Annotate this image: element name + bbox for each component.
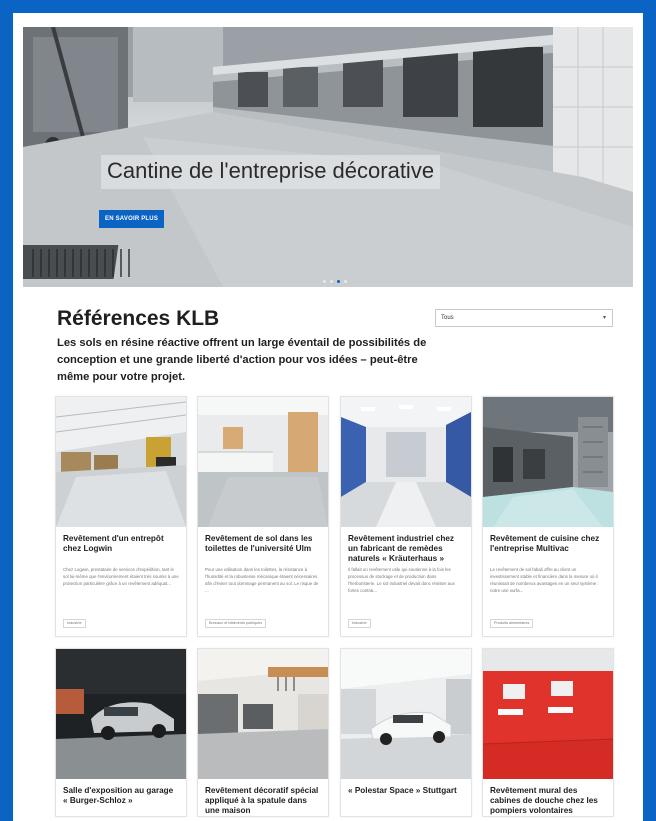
slider-dots xyxy=(323,280,347,283)
reference-card-burger-schloz[interactable]: Salle d'exposition au garage « Burger-Sc… xyxy=(55,648,187,817)
card-tag[interactable]: Produits alimentaires xyxy=(490,619,534,628)
card-title[interactable]: Revêtement d'un entrepôt chez Logwin xyxy=(56,527,186,564)
card-title[interactable]: Revêtement industriel chez un fabricant … xyxy=(341,527,471,564)
card-image xyxy=(483,397,613,527)
card-image xyxy=(341,649,471,779)
card-image xyxy=(198,649,328,779)
card-title[interactable]: Revêtement mural des cabines de douche c… xyxy=(483,779,613,816)
card-image xyxy=(483,649,613,779)
filter-selected-value: Tous xyxy=(441,315,454,321)
reference-card-logwin[interactable]: Revêtement d'un entrepôt chez Logwin Che… xyxy=(55,396,187,637)
card-description: Pour une utilisation dans les toilettes,… xyxy=(205,567,319,593)
card-image xyxy=(56,397,186,527)
card-title[interactable]: Salle d'exposition au garage « Burger-Sc… xyxy=(56,779,186,816)
category-filter-select[interactable]: Tous ▾ xyxy=(435,309,613,327)
card-image xyxy=(198,397,328,527)
reference-card-multivac[interactable]: Revêtement de cuisine chez l'entreprise … xyxy=(482,396,614,637)
hero-title: Cantine de l'entreprise décorative xyxy=(101,155,441,189)
card-description: Chez Logwin, prestataire de services d'e… xyxy=(63,567,179,586)
card-image xyxy=(56,649,186,779)
card-tag[interactable]: Industrie xyxy=(63,619,86,628)
card-tag[interactable]: Industrie xyxy=(348,619,371,628)
reference-card-pompiers[interactable]: Revêtement mural des cabines de douche c… xyxy=(482,648,614,817)
card-title[interactable]: Revêtement de cuisine chez l'entreprise … xyxy=(483,527,613,564)
slider-dot-3[interactable] xyxy=(337,280,340,283)
reference-card-polestar[interactable]: « Polestar Space » Stuttgart xyxy=(340,648,472,817)
card-description: Le revêtement de sol fabali offre au cli… xyxy=(490,567,599,593)
reference-card-spatula-house[interactable]: Revêtement décoratif spécial appliqué à … xyxy=(197,648,329,817)
slider-dot-2[interactable] xyxy=(330,280,333,283)
card-tag[interactable]: Bureaux et bâtiments publiques xyxy=(205,619,267,628)
learn-more-button[interactable]: EN SAVOIR PLUS xyxy=(99,210,165,228)
page-frame: Cantine de l'entreprise décorative EN SA… xyxy=(13,13,643,821)
hero-slider[interactable]: Cantine de l'entreprise décorative EN SA… xyxy=(23,27,633,287)
section-title: Références KLB xyxy=(57,307,220,330)
chevron-down-icon: ▾ xyxy=(602,315,606,321)
card-title[interactable]: Revêtement décoratif spécial appliqué à … xyxy=(198,779,328,816)
card-description: Il fallait un revêtement utile qui souti… xyxy=(348,567,455,593)
card-title[interactable]: « Polestar Space » Stuttgart xyxy=(341,779,471,816)
reference-card-krauterhaus[interactable]: Revêtement industriel chez un fabricant … xyxy=(340,396,472,637)
slider-dot-4[interactable] xyxy=(344,280,347,283)
card-image xyxy=(341,397,471,527)
card-title[interactable]: Revêtement de sol dans les toilettes de … xyxy=(198,527,328,564)
reference-card-ulm[interactable]: Revêtement de sol dans les toilettes de … xyxy=(197,396,329,637)
slider-dot-1[interactable] xyxy=(323,280,326,283)
section-intro: Les sols en résine réactive offrent un l… xyxy=(57,337,427,383)
